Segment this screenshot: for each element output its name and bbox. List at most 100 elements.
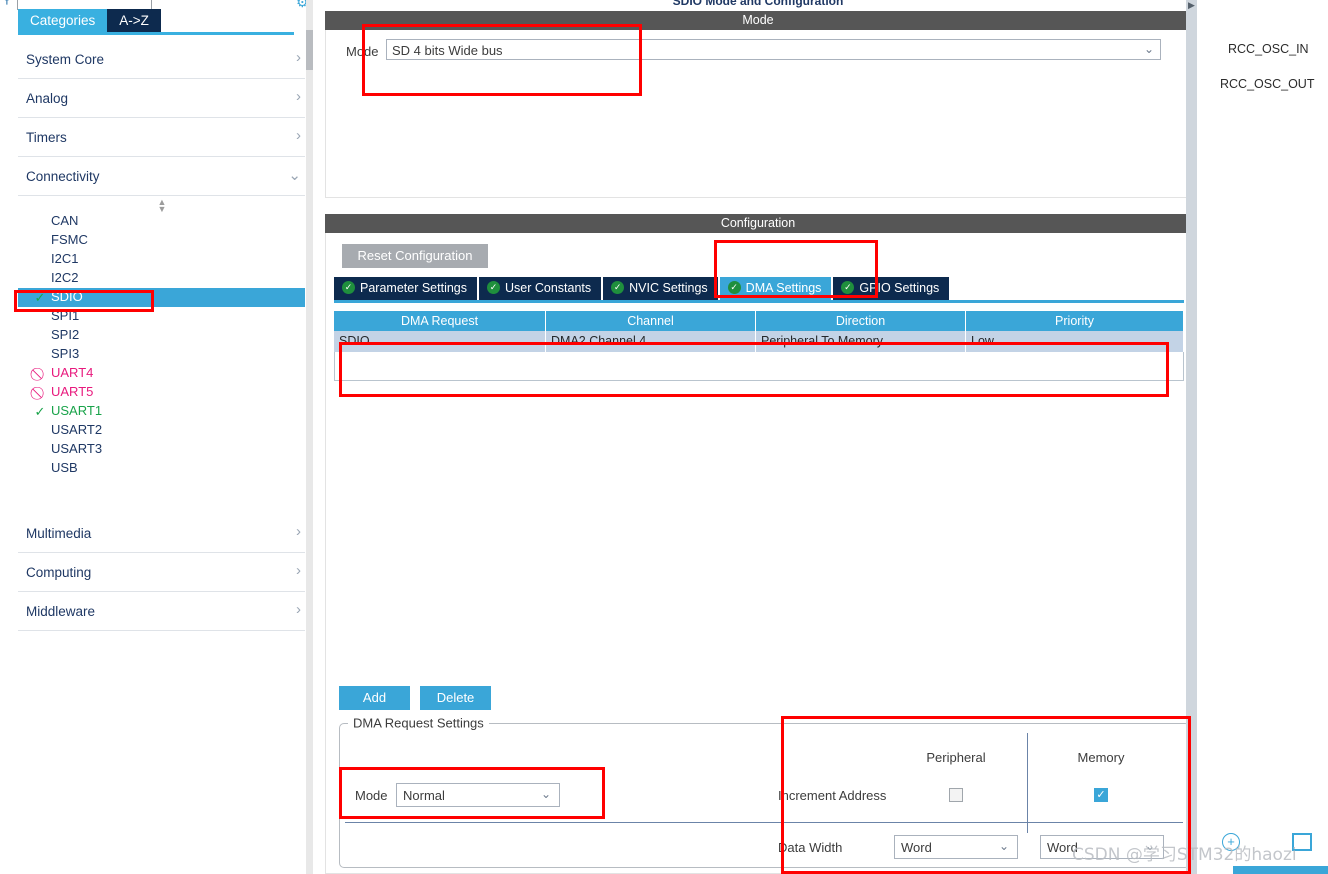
increment-address-peripheral-checkbox[interactable] xyxy=(949,788,963,802)
peripheral-label: USB xyxy=(51,460,78,475)
list-item[interactable]: FSMC xyxy=(18,231,305,250)
configuration-tab-underline xyxy=(334,300,1184,303)
table-empty-area xyxy=(334,352,1184,381)
dma-mode-value: Normal xyxy=(403,788,445,803)
peripheral-label: UART4 xyxy=(51,365,94,380)
peripheral-label: I2C2 xyxy=(51,270,79,285)
tab-label: User Constants xyxy=(505,281,592,295)
list-item[interactable]: USART3 xyxy=(18,440,305,459)
peripheral-label: SDIO xyxy=(51,289,83,304)
peripheral-list-container: ▲ ▼ CAN FSMC I2C1 I2C2 ✓ SDIO SPI1 SPI2 S… xyxy=(18,196,305,496)
sidebar-item-label: Multimedia xyxy=(26,526,92,541)
category-list-bottom: Multimedia › Computing › Middleware › xyxy=(18,514,305,631)
list-item[interactable]: USART2 xyxy=(18,421,305,440)
pin-label-rcc-osc-in: RCC_OSC_IN xyxy=(1228,42,1309,56)
column-header-priority: Priority xyxy=(966,311,1184,331)
chevron-right-icon: › xyxy=(296,523,301,540)
sidebar: ⚲ ⚙ CategoriesA->Z System Core › Analog … xyxy=(0,0,313,874)
blocked-icon: ⃠ xyxy=(32,385,48,400)
list-item[interactable]: USB xyxy=(18,459,305,478)
list-item[interactable]: SPI3 xyxy=(18,345,305,364)
column-header-direction: Direction xyxy=(756,311,966,331)
chevron-right-icon: › xyxy=(296,88,301,105)
tab-parameter-settings[interactable]: ✓ Parameter Settings xyxy=(334,277,477,300)
sidebar-item-uart5[interactable]: ⃠ UART5 xyxy=(18,383,305,402)
tab-a-to-z[interactable]: A->Z xyxy=(107,9,161,32)
sidebar-item-sdio[interactable]: ✓ SDIO xyxy=(18,288,305,307)
check-circle-icon: ✓ xyxy=(841,281,855,295)
peripheral-label: I2C1 xyxy=(51,251,79,266)
watermark: CSDN @学习STM32的haozi xyxy=(1072,845,1297,865)
tab-label: GPIO Settings xyxy=(859,281,940,295)
table-row[interactable]: SDIO DMA2 Channel 4 Peripheral To Memory… xyxy=(334,331,1184,352)
sidebar-item-label: Connectivity xyxy=(26,169,100,184)
column-header-channel: Channel xyxy=(546,311,756,331)
peripheral-label: UART5 xyxy=(51,384,94,399)
peripheral-list: CAN FSMC I2C1 I2C2 ✓ SDIO SPI1 SPI2 SPI3… xyxy=(18,212,305,478)
sidebar-item-multimedia[interactable]: Multimedia › xyxy=(18,514,305,553)
peripheral-label: SPI2 xyxy=(51,327,80,342)
data-width-peripheral-select[interactable]: Word ⌄ xyxy=(894,835,1018,859)
sidebar-item-middleware[interactable]: Middleware › xyxy=(18,592,305,631)
data-width-label: Data Width xyxy=(778,840,843,855)
divider-vertical xyxy=(1027,733,1028,833)
mode-section-body: Mode SD 4 bits Wide bus ⌄ xyxy=(325,30,1191,198)
page-title: SDIO Mode and Configuration xyxy=(672,0,844,8)
sidebar-item-label: Middleware xyxy=(26,604,96,619)
check-circle-icon: ✓ xyxy=(34,290,46,305)
chevron-right-icon: › xyxy=(296,127,301,144)
tab-dma-settings[interactable]: ✓ DMA Settings xyxy=(719,277,832,300)
list-item[interactable]: SPI1 xyxy=(18,307,305,326)
dma-mode-label: Mode xyxy=(355,788,388,803)
category-list-top: System Core › Analog › Timers › Connecti… xyxy=(18,40,305,196)
sidebar-tabs: Categories A->Z xyxy=(18,9,161,32)
sidebar-scrollbar-track[interactable] xyxy=(306,0,313,874)
chevron-down-icon: ⌄ xyxy=(540,787,551,801)
check-circle-icon: ✓ xyxy=(727,281,741,295)
reset-configuration-button[interactable]: Reset Configuration xyxy=(342,244,488,268)
search-icon[interactable]: ⚲ xyxy=(2,0,16,6)
sidebar-item-computing[interactable]: Computing › xyxy=(18,553,305,592)
sidebar-item-usart1[interactable]: ✓ USART1 xyxy=(18,402,305,421)
data-width-peripheral-value: Word xyxy=(901,840,932,855)
increment-address-label: Increment Address xyxy=(778,788,887,803)
sidebar-item-timers[interactable]: Timers › xyxy=(18,118,305,157)
scroll-updown-icon[interactable]: ▲ ▼ xyxy=(154,198,170,214)
sidebar-item-uart4[interactable]: ⃠ UART4 xyxy=(18,364,305,383)
mode-label: Mode xyxy=(346,44,379,59)
main-vertical-scrollbar[interactable] xyxy=(1186,0,1197,874)
cell-direction: Peripheral To Memory xyxy=(756,331,966,352)
divider-horizontal xyxy=(345,822,1183,823)
add-button[interactable]: Add xyxy=(339,686,410,710)
list-item[interactable]: SPI2 xyxy=(18,326,305,345)
mode-select[interactable]: SD 4 bits Wide bus ⌄ xyxy=(386,39,1161,60)
check-circle-icon: ✓ xyxy=(342,281,355,295)
scroll-arrow-icon[interactable]: ▶ xyxy=(1186,0,1197,11)
chip-view-panel: RCC_OSC_IN RCC_OSC_OUT xyxy=(1198,0,1328,874)
dma-mode-select[interactable]: Normal ⌄ xyxy=(396,783,560,807)
check-circle-icon: ✓ xyxy=(611,281,625,295)
cell-dma-request: SDIO xyxy=(334,331,546,352)
list-item[interactable]: I2C1 xyxy=(18,250,305,269)
sidebar-item-label: System Core xyxy=(26,52,105,67)
delete-button[interactable]: Delete xyxy=(420,686,491,710)
sidebar-item-label: Analog xyxy=(26,91,69,106)
tab-categories[interactable]: Categories xyxy=(18,9,108,32)
column-header-peripheral: Peripheral xyxy=(926,750,986,765)
chevron-right-icon: › xyxy=(296,49,301,66)
list-item[interactable]: I2C2 xyxy=(18,269,305,288)
list-item[interactable]: CAN xyxy=(18,212,305,231)
pin-label-rcc-osc-out: RCC_OSC_OUT xyxy=(1220,77,1315,91)
peripheral-label: SPI1 xyxy=(51,308,80,323)
tab-nvic-settings[interactable]: ✓ NVIC Settings xyxy=(603,277,718,300)
peripheral-label: CAN xyxy=(51,213,79,228)
sidebar-scrollbar-thumb[interactable] xyxy=(306,30,313,70)
cell-priority: Low xyxy=(966,331,1184,352)
tab-user-constants[interactable]: ✓ User Constants xyxy=(479,277,602,300)
check-circle-icon: ✓ xyxy=(487,281,500,295)
increment-address-memory-checkbox[interactable]: ✓ xyxy=(1094,788,1108,802)
sidebar-item-system-core[interactable]: System Core › xyxy=(18,40,305,79)
sidebar-item-connectivity[interactable]: Connectivity ⌄ xyxy=(18,157,305,196)
sidebar-item-analog[interactable]: Analog › xyxy=(18,79,305,118)
tab-gpio-settings[interactable]: ✓ GPIO Settings xyxy=(833,277,950,300)
